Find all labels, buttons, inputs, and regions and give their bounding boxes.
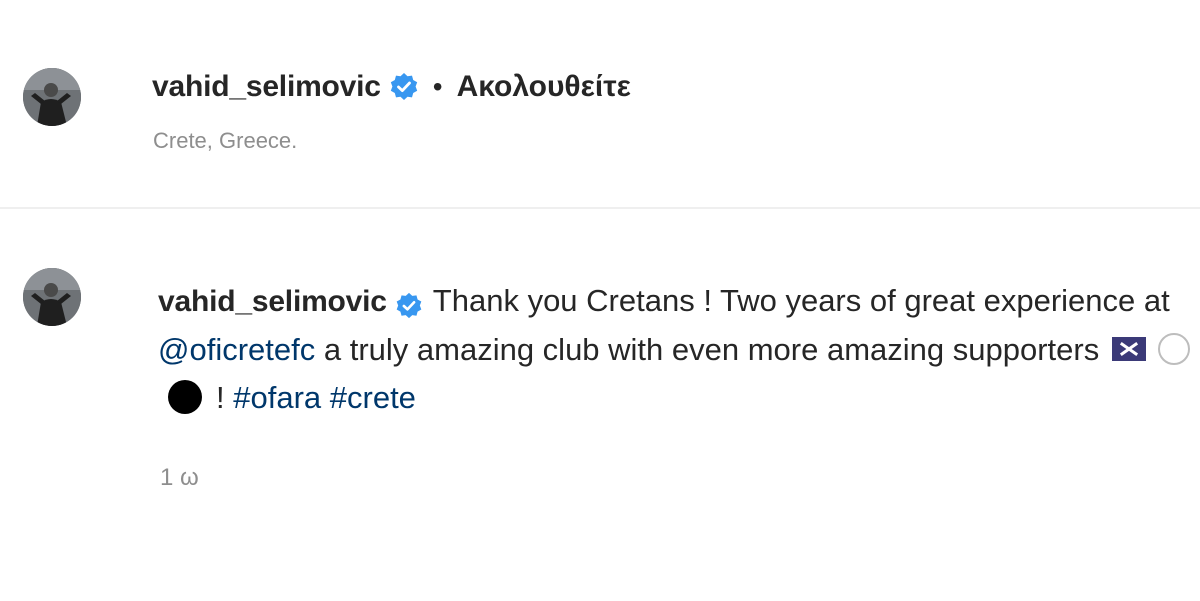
hashtag-space: [321, 380, 330, 415]
header-username[interactable]: vahid_selimovic: [152, 70, 381, 104]
following-button[interactable]: Ακολουθείτε: [457, 70, 631, 104]
verified-badge-icon: [395, 286, 423, 318]
hashtag-crete[interactable]: #crete: [330, 380, 416, 415]
comment-body: vahid_selimovic Thank you Cretans ! Two y…: [158, 277, 1200, 422]
post-location[interactable]: Crete, Greece.: [153, 128, 297, 154]
avatar-image: [23, 68, 81, 126]
avatar-image: [23, 268, 81, 326]
comment-avatar[interactable]: [23, 268, 81, 326]
hashtag-ofara[interactable]: #ofara: [233, 380, 321, 415]
comment-timestamp[interactable]: 1 ω: [160, 464, 199, 492]
comment-exclamation: !: [216, 380, 234, 415]
instagram-post-page: vahid_selimovic • Ακολουθείτε Crete, Gre…: [0, 0, 1200, 601]
verified-badge-icon: [389, 72, 419, 102]
flag-emoji-icon: [1111, 336, 1146, 361]
comment-text-part2: a truly amazing club with even more amaz…: [315, 332, 1108, 367]
comment-text-part1: Thank you Cretans ! Two years of great e…: [432, 283, 1170, 318]
white-circle-emoji-icon: [1157, 332, 1190, 365]
mention-link[interactable]: @oficretefc: [158, 332, 315, 367]
black-circle-emoji-icon: [168, 379, 202, 414]
header-avatar[interactable]: [23, 68, 81, 126]
post-header-line: vahid_selimovic • Ακολουθείτε: [152, 70, 631, 104]
comment-username[interactable]: vahid_selimovic: [158, 285, 387, 318]
separator-dot: •: [432, 71, 443, 102]
divider: [0, 207, 1200, 209]
